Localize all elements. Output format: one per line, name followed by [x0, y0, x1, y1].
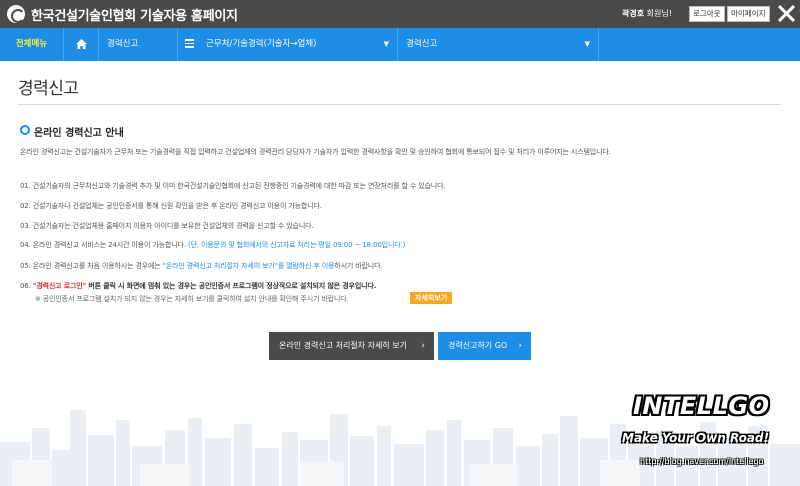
association-logo-icon: [7, 5, 25, 23]
bullet-circle-icon: [20, 125, 30, 135]
user-name: 곽경호: [622, 9, 645, 18]
watermark-url: http://blog.naver.com/intellego: [640, 457, 764, 466]
menu-list-icon[interactable]: [185, 39, 194, 48]
notice-item-6-text: 버튼 클릭 시 화면에 멈춰 있는 경우는 공인인증서 프로그램이 정상적으로 …: [86, 282, 377, 290]
notice-item-6-note: ※ 공인인증서 프로그램 설치가 되지 않는 경우는 자세히 보기를 클릭하여 …: [35, 294, 349, 304]
notice-item-1: 01. 건설기술자의 근무처신고와 기술경력 추가 및 이미 한국건설기술인협회…: [20, 182, 446, 190]
notice-item-5-text: 05. 온라인 경력신고를 처음 이용하시는 경우에는: [20, 262, 163, 270]
user-suffix: 회원님!: [644, 9, 672, 18]
process-detail-label: 온라인 경력신고 처리절차 자세히 보기: [279, 341, 407, 350]
notice-item-4-hours: (단, 이용문의 및 협회에서의 신고자료 처리는 평일 09:00 ~ 18:…: [187, 241, 406, 249]
nav-menu-1-label: 경력신고: [107, 39, 139, 49]
logout-button[interactable]: 로그아웃: [689, 6, 725, 22]
notice-item-5-tail: 하시기 바랍니다.: [334, 262, 383, 270]
notice-item-6: 06. "경력신고 로그인" 버튼 클릭 시 화면에 멈춰 있는 경우는 공인인…: [20, 281, 376, 291]
close-icon[interactable]: [776, 3, 796, 23]
home-button[interactable]: [63, 28, 99, 61]
all-menu-button[interactable]: 전체메뉴: [0, 28, 63, 61]
section-title: 온라인 경력신고 안내: [34, 128, 124, 139]
chevron-down-icon: ▼: [383, 40, 389, 48]
nav-menu-2-label: 근무처/기술경력(기술자→업체): [206, 39, 317, 49]
mypage-button[interactable]: 마이페이지: [727, 6, 770, 22]
divider: [18, 104, 781, 105]
top-bar: 한국건설기술인협회 기술자용 홈페이지 곽경호 회원님! 로그아웃 마이페이지: [0, 0, 800, 28]
main-nav: 전체메뉴 경력신고 근무처/기술경력(기술자→업체) ▼ 경력신고 ▼: [0, 28, 800, 61]
detail-view-button[interactable]: 자세히보기: [410, 292, 453, 304]
nav-menu-3[interactable]: 경력신고 ▼: [398, 28, 599, 61]
notice-item-5: 05. 온라인 경력신고를 처음 이용하시는 경우에는 "온라인 경력신고 처리…: [20, 261, 383, 271]
notice-item-4: 04. 온라인 경력신고 서비스는 24시간 이용이 가능합니다. (단, 이용…: [20, 240, 405, 250]
nav-menu-2[interactable]: 근무처/기술경력(기술자→업체) ▼: [198, 28, 398, 61]
notice-item-3: 03. 건설기술자는 건설업체용 홈페이지 이용자 아이디를 보유한 건설업체의…: [20, 222, 314, 230]
career-report-go-label: 경력신고하기 GO: [448, 341, 508, 350]
home-icon: [76, 39, 87, 49]
user-greeting: 곽경호 회원님!: [622, 8, 672, 19]
watermark-slogan: Make Your Own Road!: [622, 431, 769, 445]
site-title: 한국건설기술인협회 기술자용 홈페이지: [31, 9, 238, 24]
notice-item-6-num: 06.: [20, 282, 33, 290]
notice-item-5-link: "온라인 경력신고 처리절차 자세히 보기"를 열람하신 후 이용: [162, 262, 335, 270]
notice-item-2: 02. 건설기술자나 건설업체는 공인인증서를 통해 신원 확인을 받은 후 온…: [20, 202, 322, 210]
nav-menu-1[interactable]: 경력신고: [99, 28, 178, 61]
notice-note-text: ※ 공인인증서 프로그램 설치가 되지 않는 경우는 자세히 보기를 클릭하여 …: [35, 295, 349, 303]
page-title: 경력신고: [18, 79, 79, 99]
chevron-right-icon: ›: [421, 341, 425, 351]
notice-item-4-text: 04. 온라인 경력신고 서비스는 24시간 이용이 가능합니다.: [20, 241, 188, 249]
intro-text: 온라인 경력신고는 건설기술자가 근무처 또는 기술경력을 직접 입력하고 건설…: [20, 148, 611, 156]
chevron-down-icon: ▼: [584, 40, 590, 48]
watermark-brand: INTELLGO: [633, 392, 770, 420]
process-detail-button[interactable]: 온라인 경력신고 처리절차 자세히 보기 ›: [269, 332, 434, 360]
nav-menu-3-label: 경력신고: [406, 39, 438, 49]
chevron-right-icon: ›: [518, 341, 522, 351]
notice-item-6-highlight: "경력신고 로그인": [32, 282, 87, 290]
career-report-go-button[interactable]: 경력신고하기 GO ›: [438, 332, 531, 360]
